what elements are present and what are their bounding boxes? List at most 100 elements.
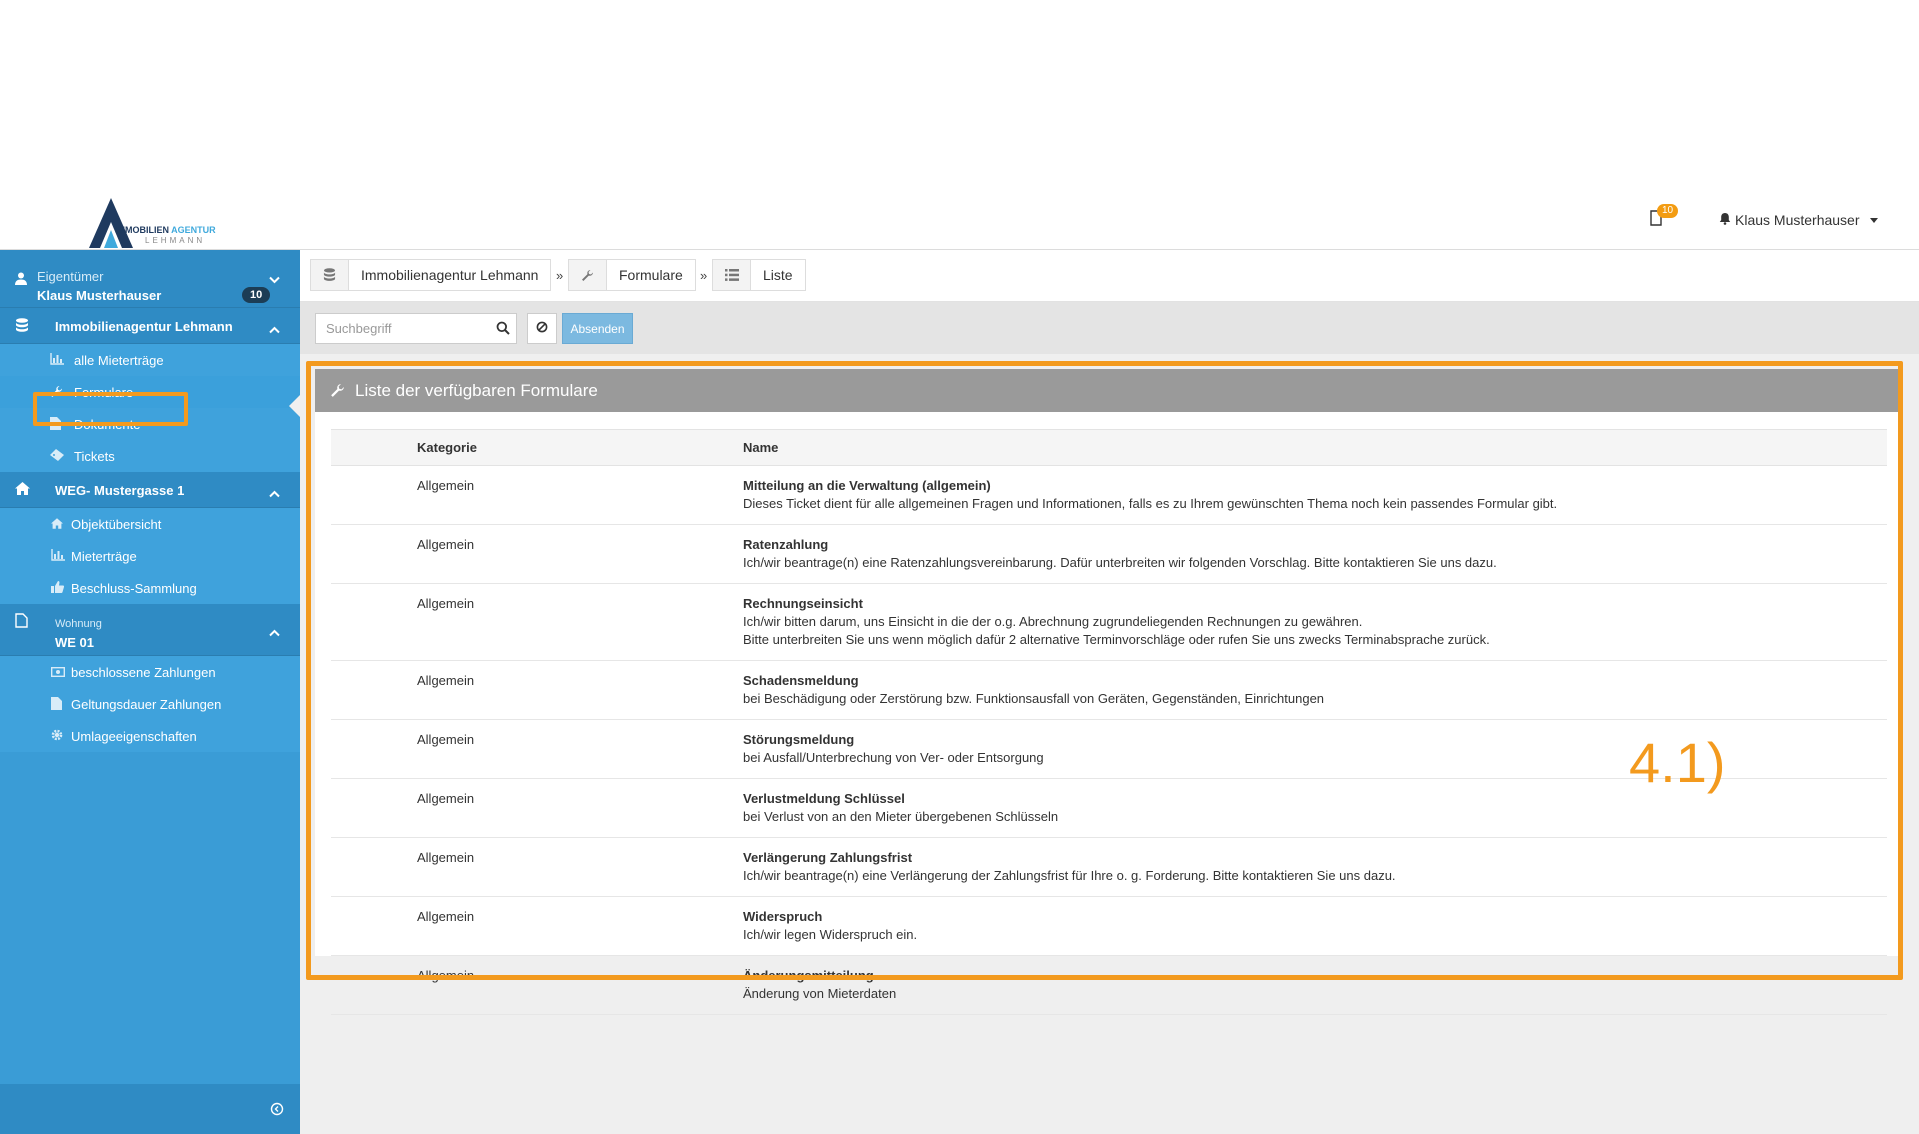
panel-header: Liste der verfügbaren Formulare bbox=[315, 369, 1903, 412]
sidebar-item-label: Objektübersicht bbox=[71, 517, 162, 532]
column-header-kategorie[interactable]: Kategorie bbox=[417, 429, 743, 466]
notification-badge: 10 bbox=[1657, 204, 1679, 218]
list-icon bbox=[713, 260, 751, 290]
sidebar-item-umlageeigenschaften[interactable]: Umlageeigenschaften bbox=[0, 720, 300, 752]
logo-wordmark: IMMOBILIEN AGENTUR bbox=[115, 226, 216, 235]
sidebar-group-agency[interactable]: Immobilienagentur Lehmann bbox=[0, 308, 300, 344]
gear-icon bbox=[51, 729, 63, 744]
breadcrumb: Immobilienagentur Lehmann » Formulare » … bbox=[300, 250, 1919, 302]
formulare-highlight-box bbox=[33, 392, 188, 426]
sidebar-user-block[interactable]: Eigentümer Klaus Musterhauser 10 bbox=[0, 250, 300, 308]
form-description: bei Verlust von an den Mieter übergebene… bbox=[743, 809, 1059, 824]
breadcrumb-separator: » bbox=[556, 268, 564, 283]
sidebar: Eigentümer Klaus Musterhauser 10 Immobil… bbox=[0, 250, 300, 1134]
row-spacer bbox=[331, 660, 417, 720]
sidebar-item-objektuebersicht[interactable]: Objektübersicht bbox=[0, 508, 300, 540]
form-name[interactable]: Ratenzahlung bbox=[743, 536, 1887, 554]
home-icon bbox=[15, 482, 30, 500]
form-name[interactable]: Änderungsmitteilung bbox=[743, 967, 1887, 985]
file-outline-icon bbox=[15, 613, 28, 633]
sidebar-item-mietertraege[interactable]: Mieterträge bbox=[0, 540, 300, 572]
reset-search-button[interactable] bbox=[527, 313, 557, 344]
logo-subline: LEHMANN bbox=[145, 236, 206, 245]
top-header: IMMOBILIEN AGENTUR LEHMANN 10 Klaus Must… bbox=[0, 186, 1919, 250]
sidebar-item-label: beschlossene Zahlungen bbox=[71, 665, 216, 680]
row-spacer bbox=[331, 465, 417, 525]
sidebar-item-label: Tickets bbox=[74, 449, 115, 464]
sidebar-item-label: Umlageeigenschaften bbox=[71, 729, 197, 744]
search-icon[interactable] bbox=[496, 321, 510, 340]
wrench-icon bbox=[569, 260, 607, 290]
database-icon bbox=[311, 260, 349, 290]
sidebar-item-geltungsdauer-zahlungen[interactable]: Geltungsdauer Zahlungen bbox=[0, 688, 300, 720]
table-row[interactable]: Allgemein Widerspruch Ich/wir legen Widers… bbox=[331, 896, 1887, 956]
row-category: Allgemein bbox=[417, 778, 743, 838]
search-box bbox=[315, 313, 517, 344]
sidebar-item-beschluss-sammlung[interactable]: Beschluss-Sammlung bbox=[0, 572, 300, 604]
row-category: Allgemein bbox=[417, 719, 743, 779]
sidebar-item-beschlossene-zahlungen[interactable]: beschlossene Zahlungen bbox=[0, 656, 300, 688]
table-row[interactable]: Allgemein Ratenzahlung Ich/wir beantrage(n… bbox=[331, 524, 1887, 584]
form-name[interactable]: Verlängerung Zahlungsfrist bbox=[743, 849, 1887, 867]
collapse-sidebar-icon[interactable] bbox=[270, 1102, 284, 1121]
breadcrumb-item-agency[interactable]: Immobilienagentur Lehmann bbox=[310, 259, 552, 291]
table-row[interactable]: Allgemein Schadensmeldung bei Beschädigung… bbox=[331, 660, 1887, 720]
row-spacer bbox=[331, 837, 417, 897]
forms-panel: Liste der verfügbaren Formulare Kategori… bbox=[315, 369, 1903, 1015]
panel-title: Liste der verfügbaren Formulare bbox=[355, 381, 598, 400]
wrench-icon bbox=[330, 383, 345, 403]
sidebar-item-label: alle Mieterträge bbox=[74, 353, 164, 368]
form-name[interactable]: Widerspruch bbox=[743, 908, 1887, 926]
database-icon bbox=[15, 318, 29, 338]
form-description: Ich/wir bitten darum, uns Einsicht in di… bbox=[743, 614, 1490, 647]
chevron-up-icon[interactable] bbox=[269, 624, 280, 642]
forms-table: Kategorie Name Allgemein Mitteilung an di… bbox=[331, 429, 1887, 1015]
form-name[interactable]: Schadensmeldung bbox=[743, 672, 1887, 690]
bar-chart-icon bbox=[50, 353, 64, 368]
row-category: Allgemein bbox=[417, 837, 743, 897]
table-row[interactable]: Allgemein Änderungsmitteilung Änderung von… bbox=[331, 955, 1887, 1015]
row-spacer bbox=[331, 524, 417, 584]
file-icon bbox=[51, 697, 62, 713]
form-description: Dieses Ticket dient für alle allgemeinen… bbox=[743, 496, 1558, 511]
step-annotation: 4.1) bbox=[1629, 731, 1726, 794]
logo-word-1: IMMOBILIEN bbox=[115, 225, 169, 235]
breadcrumb-item-liste: Liste bbox=[712, 259, 806, 291]
sidebar-group-weg[interactable]: WEG- Mustergasse 1 bbox=[0, 472, 300, 508]
table-row[interactable]: Allgemein Mitteilung an die Verwaltung (a… bbox=[331, 465, 1887, 525]
breadcrumb-separator: » bbox=[700, 268, 708, 283]
row-form: Rechnungseinsicht Ich/wir bitten darum, u… bbox=[743, 583, 1887, 661]
ticket-icon bbox=[50, 449, 64, 464]
column-header-name[interactable]: Name bbox=[743, 429, 1887, 466]
home-icon bbox=[51, 517, 63, 532]
user-icon bbox=[15, 272, 27, 290]
row-category: Allgemein bbox=[417, 465, 743, 525]
sidebar-item-alle-mietertraege[interactable]: alle Mieterträge bbox=[0, 344, 300, 376]
chevron-up-icon[interactable] bbox=[269, 485, 280, 503]
row-form: Widerspruch Ich/wir legen Widerspruch ein… bbox=[743, 896, 1887, 956]
sidebar-group-wohnung[interactable]: Wohnung WE 01 bbox=[0, 604, 300, 656]
row-category: Allgemein bbox=[417, 955, 743, 1015]
row-form: Ratenzahlung Ich/wir beantrage(n) eine Ra… bbox=[743, 524, 1887, 584]
submit-button[interactable]: Absenden bbox=[562, 313, 633, 344]
chevron-up-icon[interactable] bbox=[269, 321, 280, 339]
bar-chart-icon bbox=[51, 549, 65, 564]
search-input[interactable] bbox=[316, 314, 484, 343]
breadcrumb-item-formulare[interactable]: Formulare bbox=[568, 259, 696, 291]
chevron-down-icon[interactable] bbox=[269, 271, 280, 289]
sidebar-group-label: Immobilienagentur Lehmann bbox=[55, 319, 233, 334]
form-name[interactable]: Rechnungseinsicht bbox=[743, 595, 1887, 613]
row-category: Allgemein bbox=[417, 896, 743, 956]
table-row[interactable]: Allgemein Verlängerung Zahlungsfrist Ich/w… bbox=[331, 837, 1887, 897]
caret-down-icon bbox=[1869, 217, 1878, 223]
user-name: Klaus Musterhauser bbox=[37, 288, 162, 303]
user-menu-dropdown[interactable]: Klaus Musterhauser bbox=[1719, 212, 1878, 228]
form-name[interactable]: Mitteilung an die Verwaltung (allgemein) bbox=[743, 477, 1887, 495]
sidebar-group-sublabel: Wohnung bbox=[55, 618, 102, 630]
table-row[interactable]: Allgemein Rechnungseinsicht Ich/wir bitten… bbox=[331, 583, 1887, 661]
sidebar-item-label: Beschluss-Sammlung bbox=[71, 581, 197, 596]
bell-icon bbox=[1719, 212, 1731, 228]
row-spacer bbox=[331, 778, 417, 838]
sidebar-item-tickets[interactable]: Tickets bbox=[0, 440, 300, 472]
row-spacer bbox=[331, 896, 417, 956]
